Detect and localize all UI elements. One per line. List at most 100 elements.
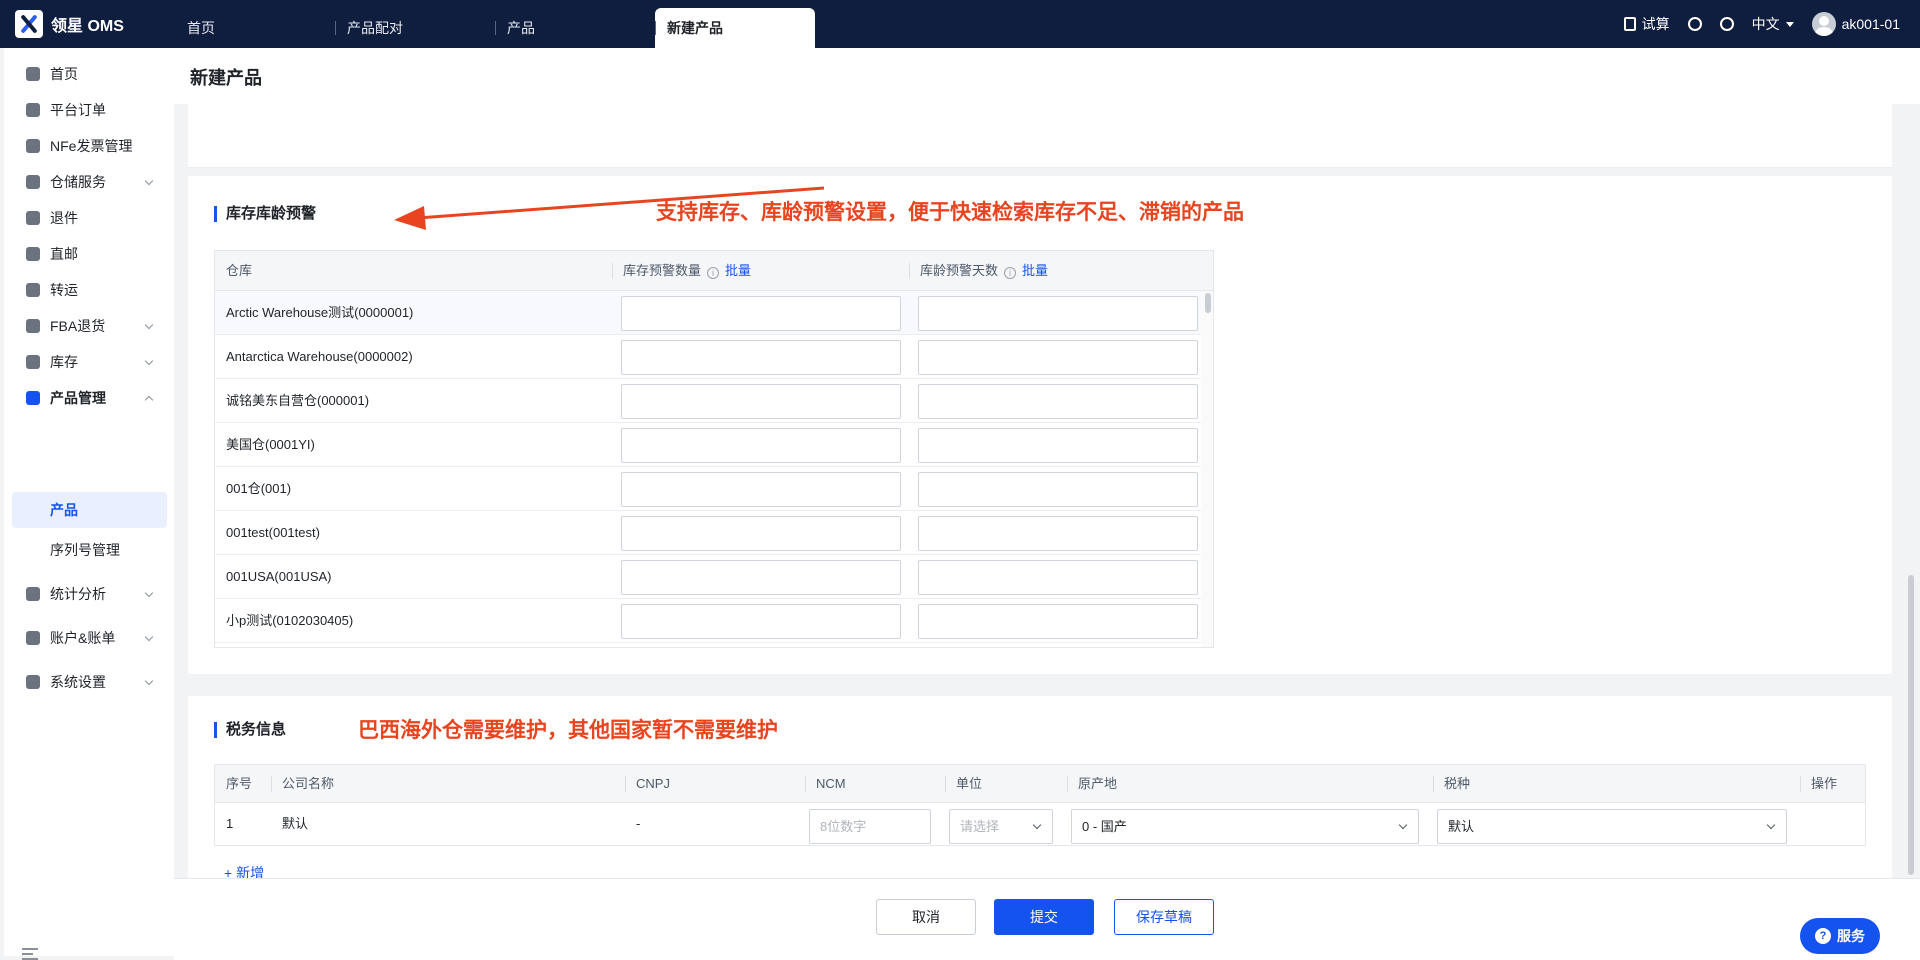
stock-warning-input[interactable] [621, 340, 901, 375]
user-menu[interactable]: ak001-01 [1811, 12, 1900, 36]
chevron-down-icon [144, 176, 154, 186]
inventory-annotation: 支持库存、库龄预警设置，便于快速检索库存不足、滞销的产品 [656, 201, 1244, 224]
column-separator [1433, 776, 1434, 792]
info-icon[interactable]: i [1004, 267, 1017, 279]
age-warning-input[interactable] [918, 604, 1198, 639]
chevron-down-icon [1032, 820, 1042, 830]
sidebar-item-accounts-billing[interactable]: 账户&账单 [4, 618, 174, 658]
user-name: ak001-01 [1841, 16, 1900, 32]
chevron-down-icon [144, 320, 154, 330]
service-button[interactable]: ? 服务 [1800, 918, 1880, 954]
age-warning-input[interactable] [918, 384, 1198, 419]
column-header-age-warning: 库龄预警天数 i 批量 [909, 251, 1048, 291]
age-warning-input[interactable] [918, 560, 1198, 595]
age-warning-input[interactable] [918, 516, 1198, 551]
sidebar-item-platform-orders[interactable]: 平台订单 [4, 90, 174, 130]
table-row: Antarctica Warehouse(0000002) [215, 335, 1203, 379]
stock-warning-input[interactable] [621, 516, 901, 551]
warehouse-name: 小p测试(0102030405) [226, 613, 354, 628]
batch-age-link[interactable]: 批量 [1022, 263, 1048, 278]
sidebar-item-label: 平台订单 [50, 102, 106, 118]
table-row: 001USA(001USA) [215, 555, 1203, 599]
sidebar-item-label: 库存 [50, 354, 78, 370]
language-select[interactable]: 中文 [1752, 14, 1794, 34]
ncm-input[interactable]: 8位数字 [809, 809, 931, 844]
sidebar-item-label: NFe发票管理 [50, 138, 133, 154]
save-draft-button[interactable]: 保存草稿 [1114, 899, 1214, 935]
age-warning-input[interactable] [918, 428, 1198, 463]
sidebar-item-inventory[interactable]: 库存 [4, 342, 174, 382]
chevron-down-icon [144, 632, 154, 642]
stock-warning-input[interactable] [621, 428, 901, 463]
unit-select[interactable]: 请选择 [949, 809, 1053, 844]
tax-type-select[interactable]: 默认 [1437, 809, 1787, 844]
sidebar-item-label: 账户&账单 [50, 630, 116, 646]
service-label: 服务 [1837, 928, 1865, 944]
column-header-ncm: NCM [805, 765, 846, 803]
sidebar-item-direct-mail[interactable]: 直邮 [4, 234, 174, 274]
table-row: Arctic Warehouse测试(0000001) [215, 291, 1203, 335]
sidebar-item-nfe-invoice[interactable]: NFe发票管理 [4, 126, 174, 166]
column-separator [612, 263, 613, 279]
chevron-down-icon [144, 676, 154, 686]
stock-warning-input[interactable] [621, 384, 901, 419]
sidebar-item-returns[interactable]: 退件 [4, 198, 174, 238]
age-warning-input[interactable] [918, 296, 1198, 331]
sidebar-item-label: 转运 [50, 282, 78, 298]
submit-button[interactable]: 提交 [994, 899, 1094, 935]
column-separator [1067, 776, 1068, 792]
calculator-icon [1623, 17, 1636, 31]
tab-home[interactable]: 首页 [175, 8, 335, 48]
page-scrollbar[interactable] [1908, 575, 1914, 875]
sidebar-item-fba-returns[interactable]: FBA退货 [4, 306, 174, 346]
origin-select[interactable]: 0 - 国产 [1071, 809, 1419, 844]
chevron-down-icon [144, 356, 154, 366]
age-warning-input[interactable] [918, 340, 1198, 375]
home-icon [26, 67, 40, 81]
sidebar-subitem-label: 产品 [50, 502, 78, 518]
sidebar: 首页 平台订单 NFe发票管理 仓储服务 退件 直邮 转运 FBA退货 库存 产… [4, 48, 174, 960]
warehouse-name: Arctic Warehouse测试(0000001) [226, 305, 414, 320]
sidebar-item-warehouse-service[interactable]: 仓储服务 [4, 162, 174, 202]
column-separator [1800, 776, 1801, 792]
language-label: 中文 [1751, 16, 1780, 32]
table-scrollbar[interactable] [1201, 291, 1213, 647]
stock-warning-input[interactable] [621, 604, 901, 639]
cnpj-value: - [636, 816, 641, 831]
download-icon[interactable] [1687, 17, 1702, 31]
calc-button[interactable]: 试算 [1623, 14, 1670, 34]
column-header-unit: 单位 [945, 765, 982, 803]
avatar [1811, 12, 1836, 36]
app-name: 领星 OMS [51, 18, 124, 35]
stock-warning-input[interactable] [621, 472, 901, 507]
sidebar-item-product-management[interactable]: 产品管理 [4, 378, 174, 418]
inventory-icon [26, 355, 40, 369]
logo[interactable]: 领星 OMS [0, 10, 175, 38]
age-warning-input[interactable] [918, 472, 1198, 507]
sidebar-subitem-serial-numbers[interactable]: 序列号管理 [12, 532, 167, 568]
cancel-button[interactable]: 取消 [876, 899, 976, 935]
return-icon [26, 211, 40, 225]
settings-icon[interactable] [1719, 17, 1734, 31]
info-icon[interactable]: i [707, 267, 720, 279]
tab-new-product[interactable]: 新建产品 [655, 8, 815, 48]
stock-warning-input[interactable] [621, 296, 901, 331]
tab-product-pairing[interactable]: 产品配对 [335, 8, 495, 48]
page-header: 新建产品 [174, 48, 1920, 104]
sidebar-item-transfer[interactable]: 转运 [4, 270, 174, 310]
tab-product[interactable]: 产品 [495, 8, 655, 48]
sidebar-item-statistics[interactable]: 统计分析 [4, 574, 174, 614]
table-row: 001仓(001) [215, 467, 1203, 511]
collapse-menu-icon[interactable] [22, 948, 38, 960]
sidebar-item-home[interactable]: 首页 [4, 54, 174, 94]
column-header-stock-warning: 库存预警数量 i 批量 [612, 251, 751, 291]
sidebar-item-label: 统计分析 [50, 586, 106, 602]
sidebar-subitem-product[interactable]: 产品 [12, 492, 167, 528]
stock-warning-input[interactable] [621, 560, 901, 595]
batch-stock-link[interactable]: 批量 [725, 263, 751, 278]
order-icon [26, 103, 40, 117]
table-header: 序号 公司名称 CNPJ NCM 单位 原产地 税种 操作 [215, 765, 1865, 803]
table-scrollbar-thumb[interactable] [1205, 293, 1211, 313]
form-footer: 取消 提交 保存草稿 [174, 878, 1920, 960]
sidebar-item-system-settings[interactable]: 系统设置 [4, 662, 174, 702]
